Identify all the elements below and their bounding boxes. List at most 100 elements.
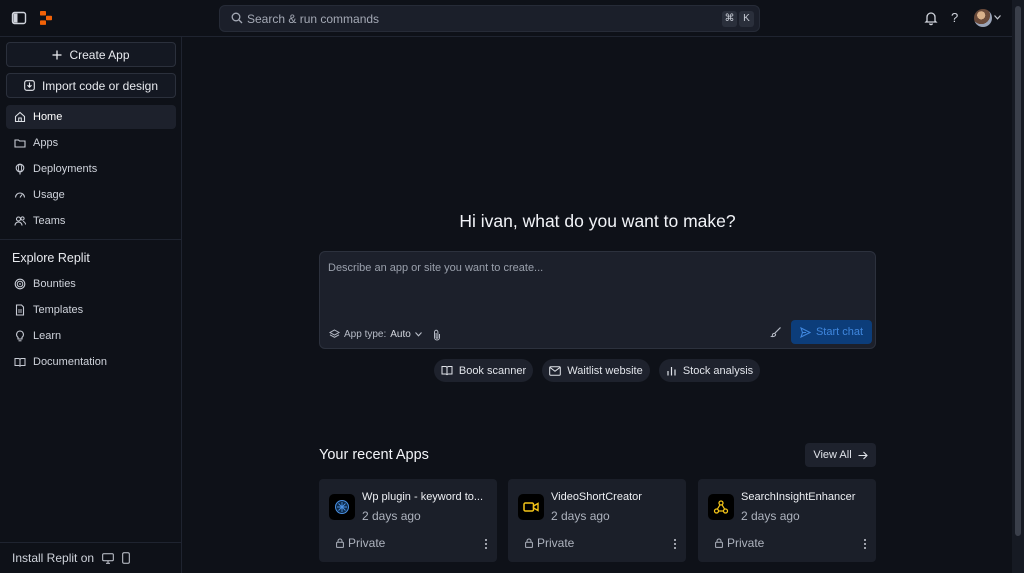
plus-icon — [52, 50, 62, 59]
users-icon — [14, 216, 26, 226]
sidebar-item-label: Home — [33, 111, 63, 123]
video-icon — [523, 502, 539, 512]
replit-logo-icon[interactable] — [38, 10, 54, 26]
book-open-icon — [441, 366, 453, 376]
target-icon — [14, 278, 26, 290]
create-app-label: Create App — [69, 47, 130, 62]
send-icon — [800, 326, 811, 338]
sidebar-item-label: Templates — [33, 304, 84, 316]
sidebar-item-home[interactable]: Home — [6, 105, 176, 129]
search-placeholder: Search & run commands — [247, 12, 380, 26]
lightbulb-icon — [16, 330, 24, 342]
recent-app-card[interactable]: SearchInsightEnhancer 2 days ago Private — [698, 479, 876, 562]
brush-icon[interactable] — [770, 326, 782, 338]
chevron-down-icon[interactable] — [994, 15, 1001, 20]
start-chat-button[interactable]: Start chat — [791, 320, 872, 344]
sidebar-item-label: Usage — [33, 189, 65, 201]
app-icon — [708, 494, 734, 520]
app-name: SearchInsightEnhancer — [741, 491, 856, 503]
lock-icon — [715, 538, 723, 548]
help-button[interactable]: ? — [951, 10, 958, 25]
sidebar-item-deployments[interactable]: Deployments — [6, 157, 176, 181]
sidebar-divider — [0, 542, 182, 543]
more-menu-icon[interactable] — [672, 537, 678, 551]
webhook-icon — [713, 500, 729, 514]
app-visibility: Private — [525, 536, 574, 550]
book-icon — [14, 358, 26, 367]
app-time: 2 days ago — [741, 509, 800, 523]
suggestion-waitlist-website[interactable]: Waitlist website — [542, 359, 650, 382]
network-icon — [335, 500, 349, 514]
sidebar: Create App Import code or design Home Ap… — [0, 37, 182, 573]
app-root: Search & run commands ⌘ K ? Create App I… — [0, 0, 1024, 573]
sidebar-item-documentation[interactable]: Documentation — [6, 350, 176, 374]
chevron-down-icon — [414, 332, 422, 337]
recent-apps-heading: Your recent Apps — [319, 447, 429, 463]
app-time: 2 days ago — [362, 509, 421, 523]
app-name: Wp plugin - keyword to... — [362, 491, 484, 503]
app-visibility: Private — [336, 536, 385, 550]
sidebar-item-templates[interactable]: Templates — [6, 298, 176, 322]
sidebar-item-usage[interactable]: Usage — [6, 183, 176, 207]
visibility-label: Private — [727, 536, 765, 550]
scrollbar-thumb[interactable] — [1015, 6, 1021, 536]
app-name: VideoShortCreator — [551, 491, 642, 503]
shortcut-key-cmd: ⌘ — [722, 11, 737, 27]
bar-chart-icon — [667, 366, 676, 375]
sidebar-item-label: Bounties — [33, 278, 76, 290]
install-label: Install Replit on — [12, 551, 95, 565]
sidebar-item-label: Teams — [33, 215, 66, 227]
app-type-label: App type: — [344, 329, 387, 340]
sidebar-divider — [0, 239, 182, 240]
bell-icon[interactable] — [923, 10, 939, 26]
gauge-icon — [14, 192, 26, 198]
import-icon — [24, 80, 35, 91]
app-type-selector[interactable]: App type: Auto — [329, 329, 422, 340]
app-icon — [329, 494, 355, 520]
app-time: 2 days ago — [551, 509, 610, 523]
create-app-button[interactable]: Create App — [6, 42, 176, 67]
view-all-button[interactable]: View All — [805, 443, 876, 467]
sidebar-item-apps[interactable]: Apps — [6, 131, 176, 155]
more-menu-icon[interactable] — [483, 537, 489, 551]
visibility-label: Private — [537, 536, 575, 550]
paperclip-icon[interactable] — [432, 329, 442, 341]
page-scrollbar[interactable] — [1012, 0, 1024, 573]
lock-icon — [336, 538, 344, 548]
recent-app-card[interactable]: VideoShortCreator 2 days ago Private — [508, 479, 686, 562]
sidebar-item-learn[interactable]: Learn — [6, 324, 176, 348]
lock-icon — [525, 538, 533, 548]
app-type-value: Auto — [390, 329, 411, 340]
suggestion-book-scanner[interactable]: Book scanner — [434, 359, 533, 382]
sidebar-item-bounties[interactable]: Bounties — [6, 272, 176, 296]
suggestion-stock-analysis[interactable]: Stock analysis — [659, 359, 760, 382]
desktop-icon[interactable] — [102, 552, 114, 564]
prompt-placeholder: Describe an app or site you want to crea… — [328, 262, 544, 274]
folder-icon — [14, 139, 26, 148]
view-all-label: View All — [813, 449, 852, 461]
top-bar: Search & run commands ⌘ K ? — [0, 0, 1012, 37]
globe-pin-icon — [15, 163, 25, 175]
sidebar-toggle-icon[interactable] — [11, 10, 27, 26]
sidebar-item-teams[interactable]: Teams — [6, 209, 176, 233]
mobile-icon[interactable] — [122, 552, 130, 564]
command-search[interactable]: Search & run commands ⌘ K — [219, 5, 760, 32]
avatar[interactable] — [974, 9, 992, 27]
recent-app-card[interactable]: Wp plugin - keyword to... 2 days ago Pri… — [319, 479, 497, 562]
mail-icon — [549, 365, 562, 376]
more-menu-icon[interactable] — [862, 537, 868, 551]
arrow-right-icon — [858, 451, 868, 459]
start-chat-label: Start chat — [815, 326, 864, 338]
app-icon — [518, 494, 544, 520]
sidebar-item-label: Apps — [33, 137, 59, 149]
import-button[interactable]: Import code or design — [6, 73, 176, 98]
explore-heading: Explore Replit — [12, 251, 90, 265]
shortcut-key-k: K — [739, 11, 754, 27]
suggestion-label: Waitlist website — [567, 364, 643, 377]
install-replit[interactable]: Install Replit on — [12, 551, 130, 565]
sidebar-item-label: Documentation — [33, 356, 107, 368]
app-visibility: Private — [715, 536, 764, 550]
prompt-input[interactable]: Describe an app or site you want to crea… — [319, 251, 876, 349]
import-label: Import code or design — [41, 78, 159, 93]
page-title: Hi ivan, what do you want to make? — [459, 211, 736, 231]
